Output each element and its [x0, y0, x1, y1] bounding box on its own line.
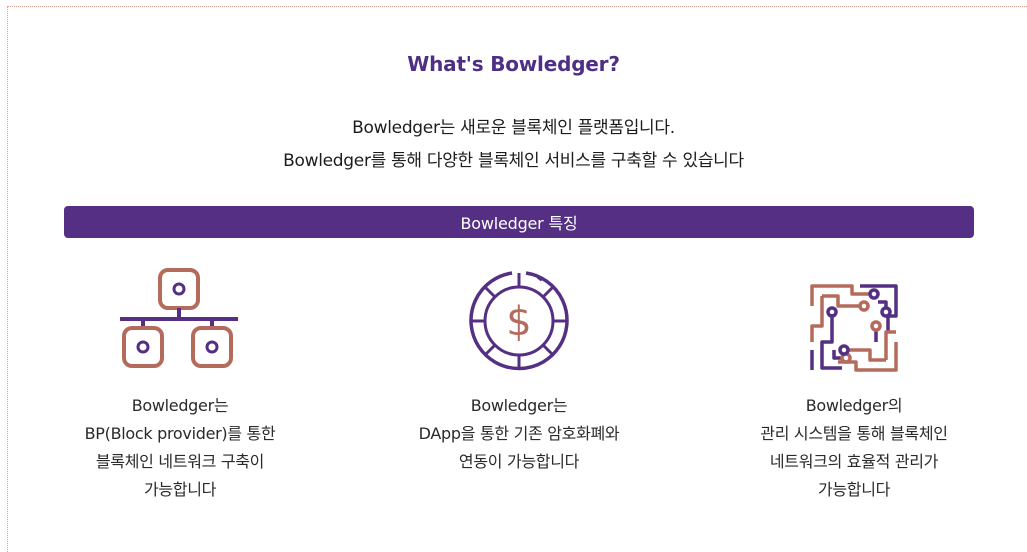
feature-3-text: Bowledger의 관리 시스템을 통해 블록체인 네트워크의 효율적 관리가…	[704, 392, 1004, 504]
feature-1-line-2: BP(Block provider)를 통한	[84, 424, 276, 443]
feature-3-line-3: 네트워크의 효율적 관리가	[769, 452, 939, 471]
features-banner: Bowledger 특징	[64, 206, 974, 238]
feature-2-line-3: 연동이 가능합니다	[458, 452, 580, 471]
dollar-coin-icon: $	[466, 268, 572, 378]
intro-line-1: Bowledger는 새로운 블록체인 플랫폼입니다.	[352, 118, 675, 138]
feature-1-line-4: 가능합니다	[143, 480, 217, 499]
feature-1-line-3: 블록체인 네트워크 구축이	[95, 452, 265, 471]
circuit-chip-icon	[808, 282, 900, 378]
network-tree-icon	[118, 266, 240, 376]
features-banner-label: Bowledger 특징	[460, 214, 578, 233]
feature-2-text: Bowledger는 DApp을 통한 기존 암호화폐와 연동이 가능합니다	[369, 392, 669, 476]
feature-3-line-1: Bowledger의	[805, 396, 903, 415]
feature-2-line-2: DApp을 통한 기존 암호화폐와	[418, 424, 620, 443]
svg-text:$: $	[506, 299, 531, 345]
page-title: What's Bowledger?	[407, 52, 620, 76]
intro-line-2: Bowledger를 통해 다양한 블록체인 서비스를 구축할 수 있습니다	[283, 151, 744, 171]
feature-3-line-2: 관리 시스템을 통해 블록체인	[760, 424, 948, 443]
feature-3-line-4: 가능합니다	[817, 480, 891, 499]
feature-2-line-1: Bowledger는	[470, 396, 568, 415]
feature-1-line-1: Bowledger는	[131, 396, 229, 415]
feature-1-text: Bowledger는 BP(Block provider)를 통한 블록체인 네…	[30, 392, 330, 504]
